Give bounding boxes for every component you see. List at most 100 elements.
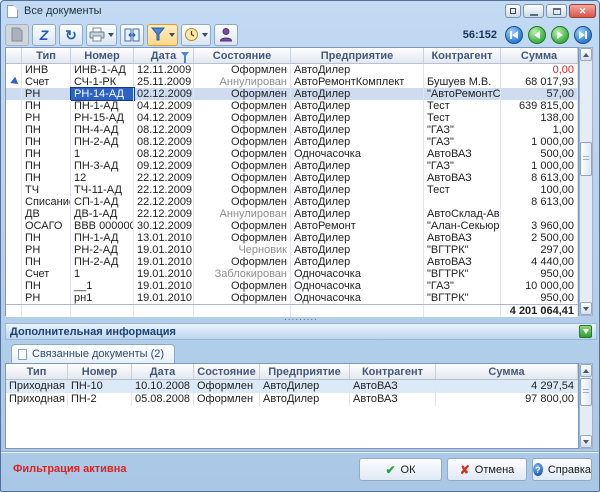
table-row[interactable]: ПН1222.12.2009ОформленАвтоДилерАвтоВАЗ8 … bbox=[6, 172, 578, 184]
help-button[interactable]: ? Справка bbox=[532, 458, 592, 481]
column-header-Контрагент[interactable]: Контрагент bbox=[350, 364, 436, 379]
table-row[interactable]: РНРН-14-АД02.12.2009ОформленАвтоДилер"Ав… bbox=[6, 88, 578, 100]
cell-date: 04.12.2009 bbox=[134, 100, 194, 112]
cell-number: ДВ-1-АД bbox=[71, 208, 134, 220]
documents-table-scrollbar[interactable] bbox=[579, 47, 593, 316]
table-row[interactable]: ПНПН-1-АД04.12.2009ОформленАвтоДилерТест… bbox=[6, 100, 578, 112]
table-row[interactable]: Счет119.01.2010ЗаблокированОдночасочка"В… bbox=[6, 268, 578, 280]
cell-status: Оформлен bbox=[194, 280, 291, 292]
cell-type: ПН bbox=[22, 280, 71, 292]
table-row[interactable]: СчетСЧ-1-РК25.11.2009АннулированАвтоРемо… bbox=[6, 76, 578, 88]
table-row[interactable]: ПНПН-4-АД08.12.2009ОформленАвтоДилер"ГАЗ… bbox=[6, 124, 578, 136]
column-header-Состояние[interactable]: Состояние bbox=[194, 364, 260, 379]
column-header-Состояние[interactable]: Состояние bbox=[194, 48, 291, 63]
table-row[interactable]: РНРН-15-АД04.12.2009ОформленАвтоДилерТес… bbox=[6, 112, 578, 124]
next-record-icon bbox=[557, 31, 563, 39]
print-button[interactable] bbox=[86, 24, 117, 46]
table-row[interactable]: ПНПН-3-АД09.12.2009ОформленАвтоДилер"ГАЗ… bbox=[6, 160, 578, 172]
close-button[interactable]: ✕ bbox=[569, 4, 596, 18]
cell-counterparty: "ГАЗ" bbox=[424, 136, 501, 148]
cell-type: Счет bbox=[22, 268, 71, 280]
column-header-Тип[interactable]: Тип bbox=[6, 364, 68, 379]
cell-company: АвтоДилер bbox=[291, 184, 424, 196]
edit-button[interactable]: Z bbox=[32, 24, 56, 46]
cell-type: ПН bbox=[22, 256, 71, 268]
cell-number: ТЧ-11-АД bbox=[71, 184, 134, 196]
table-row[interactable]: ИНВИНВ-1-АД12.11.2009ОформленАвтоДилер0,… bbox=[6, 64, 578, 76]
table-row[interactable]: РНрн119.01.2010ОформленОдночасочка"ВГТРК… bbox=[6, 292, 578, 304]
column-header-Дата[interactable]: Дата bbox=[134, 48, 194, 63]
cell-number: ПН-3-АД bbox=[71, 160, 134, 172]
minimize-button[interactable] bbox=[523, 4, 544, 18]
previous-record-button[interactable] bbox=[528, 26, 546, 44]
cell-counterparty: Тест bbox=[424, 112, 501, 124]
tab-linked-documents[interactable]: Связанные документы (2) bbox=[11, 344, 175, 363]
cell-counterparty: Тест bbox=[424, 184, 501, 196]
cell-type: РН bbox=[22, 244, 71, 256]
table-row[interactable]: ОСАГОВВВ 000000012330.12.2009ОформленАвт… bbox=[6, 220, 578, 232]
cell-type: ПН bbox=[22, 100, 71, 112]
columns-button[interactable] bbox=[120, 24, 144, 46]
table-row[interactable]: ПН108.12.2009ОформленОдночасочкаАвтоВАЗ5… bbox=[6, 148, 578, 160]
cell-type: ПН bbox=[22, 136, 71, 148]
column-header-Сумма[interactable]: Сумма bbox=[436, 364, 578, 379]
collapse-window-button[interactable] bbox=[505, 4, 521, 18]
column-header-Предприятие[interactable]: Предприятие bbox=[260, 364, 350, 379]
user-button[interactable] bbox=[214, 24, 238, 46]
cell-company: Одночасочка bbox=[291, 148, 424, 160]
scrollbar-thumb[interactable] bbox=[580, 142, 592, 176]
record-counter: 56:152 bbox=[463, 29, 497, 41]
table-row[interactable]: ПНПН-2-АД08.12.2009ОформленАвтоДилер"ГАЗ… bbox=[6, 136, 578, 148]
last-record-button[interactable] bbox=[574, 26, 592, 44]
cell-date: 10.10.2008 bbox=[132, 380, 194, 393]
cell-counterparty: АвтоВАЗ bbox=[350, 393, 436, 406]
ok-button[interactable]: ✔ ОК bbox=[359, 458, 442, 481]
table-row[interactable]: ДВДВ-1-АД22.12.2009АннулированАвтоДилерА… bbox=[6, 208, 578, 220]
cell-sum: 950,00 bbox=[501, 292, 578, 304]
cell-sum: 57,00 bbox=[501, 88, 578, 100]
cell-number: ПН-10 bbox=[68, 380, 132, 393]
cell-date: 13.01.2010 bbox=[134, 232, 194, 244]
column-header-indicator[interactable] bbox=[6, 48, 22, 63]
column-header-Предприятие[interactable]: Предприятие bbox=[291, 48, 424, 63]
column-header-Контрагент[interactable]: Контрагент bbox=[424, 48, 501, 63]
cell-company: АвтоДилер bbox=[291, 244, 424, 256]
history-button[interactable] bbox=[181, 24, 211, 46]
cell-status: Оформлен bbox=[194, 136, 291, 148]
table-row[interactable]: Приходная ...ПН-1010.10.2008ОформленАвто… bbox=[6, 380, 578, 393]
row-indicator-cell bbox=[6, 124, 22, 136]
table-row[interactable]: ПН__119.01.2010ОформленОдночасочка"ГАЗ"1… bbox=[6, 280, 578, 292]
table-row[interactable]: Приходная ...ПН-205.08.2008ОформленАвтоД… bbox=[6, 393, 578, 406]
column-header-Дата[interactable]: Дата bbox=[132, 364, 194, 379]
edit-icon: Z bbox=[40, 28, 49, 42]
panel-splitter[interactable]: ......... bbox=[5, 316, 597, 323]
table-row[interactable]: РНРН-2-АД19.01.2010ЧерновикАвтоДилер"ВГТ… bbox=[6, 244, 578, 256]
linked-table-scrollbar[interactable] bbox=[579, 363, 593, 449]
cancel-button[interactable]: ✘ Отмена bbox=[447, 458, 527, 481]
table-row[interactable]: ПНПН-2-АД19.01.2010ОформленАвтоДилерАвто… bbox=[6, 256, 578, 268]
column-header-Номер[interactable]: Номер bbox=[71, 48, 134, 63]
scroll-down-button[interactable] bbox=[580, 302, 592, 315]
column-header-Сумма[interactable]: Сумма bbox=[501, 48, 578, 63]
scrollbar-thumb[interactable] bbox=[580, 378, 592, 406]
scroll-down-button[interactable] bbox=[580, 435, 592, 448]
scroll-up-button[interactable] bbox=[580, 364, 592, 377]
column-header-Тип[interactable]: Тип bbox=[22, 48, 71, 63]
row-indicator-cell bbox=[6, 64, 22, 76]
filter-dropdown-icon bbox=[169, 33, 175, 37]
column-header-Номер[interactable]: Номер bbox=[68, 364, 132, 379]
toolbar: Z ↻ bbox=[5, 22, 597, 47]
expand-panel-button[interactable] bbox=[579, 325, 592, 338]
cell-date: 19.01.2010 bbox=[134, 292, 194, 304]
first-record-button[interactable] bbox=[505, 26, 523, 44]
cell-sum: 97 800,00 bbox=[436, 393, 578, 406]
refresh-button[interactable]: ↻ bbox=[59, 24, 83, 46]
scroll-up-button[interactable] bbox=[580, 48, 592, 61]
next-record-button[interactable] bbox=[551, 26, 569, 44]
table-row[interactable]: ПНПН-1-АД13.01.2010ОформленАвтоДилерАвто… bbox=[6, 232, 578, 244]
maximize-button[interactable] bbox=[546, 4, 567, 18]
filter-button[interactable] bbox=[147, 24, 178, 46]
cell-counterparty: Бушуев М.В. bbox=[424, 76, 501, 88]
table-row[interactable]: ТЧТЧ-11-АД22.12.2009ОформленАвтоДилерТес… bbox=[6, 184, 578, 196]
table-row[interactable]: СписаниеСП-1-АД22.12.2009ОформленАвтоДил… bbox=[6, 196, 578, 208]
